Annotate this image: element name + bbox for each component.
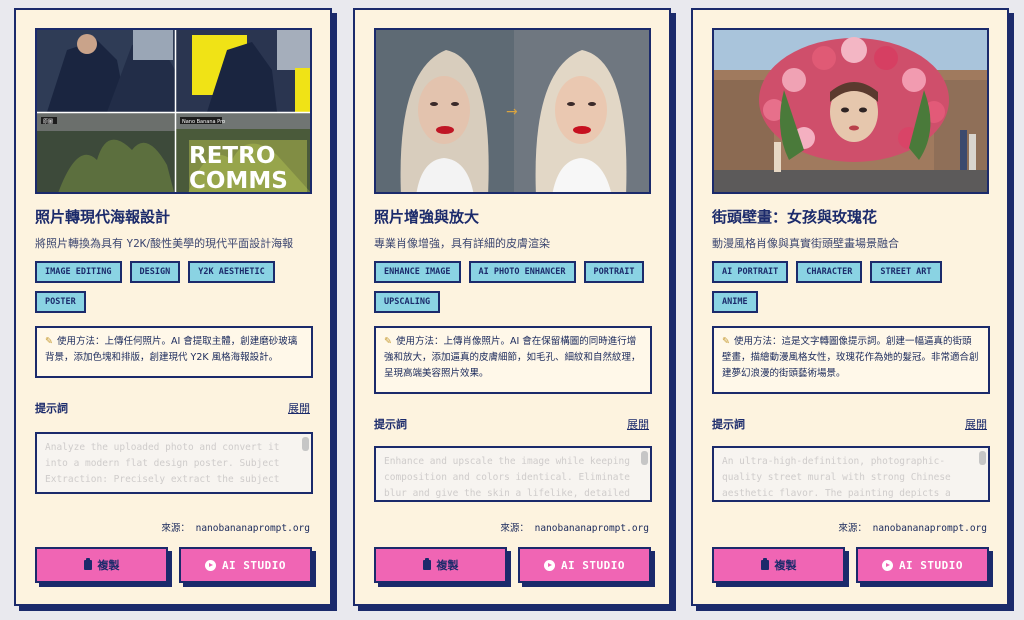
source-text: 來源： nanobananaprompt.org	[838, 523, 987, 534]
clipboard-icon	[422, 558, 431, 570]
result-badge-text: Nano Banana Pro	[182, 119, 225, 125]
ai-studio-button[interactable]: AI STUDIO	[518, 547, 651, 583]
usage-text: 使用方法：這是文字轉圖像提示詞。創建一幅逼真的街頭壁畫，描繪動漫風格女性，玫瑰花…	[722, 336, 979, 379]
expand-link[interactable]: 展開	[627, 416, 649, 432]
expand-link[interactable]: 展開	[288, 400, 310, 416]
scrollbar[interactable]	[302, 437, 309, 451]
usage-note: ✎ 使用方法：這是文字轉圖像提示詞。創建一幅逼真的街頭壁畫，描繪動漫風格女性，玫瑰…	[712, 326, 990, 394]
ai-studio-label: AI STUDIO	[221, 558, 287, 572]
tag-list: ENHANCE IMAGE AI PHOTO ENHANCER PORTRAIT…	[374, 261, 654, 313]
card-image-poster: 原圖 Nano Banana Pro RETRO COMMS	[35, 28, 312, 194]
copy-button[interactable]: 複製	[35, 547, 168, 583]
play-circle-icon	[881, 559, 893, 571]
prompt-label: 提示詞	[712, 418, 745, 431]
copy-label: 複製	[774, 559, 797, 572]
prompt-textarea[interactable]: Enhance and upscale the image while keep…	[374, 446, 652, 502]
tag[interactable]: IMAGE EDITING	[35, 261, 122, 283]
prompt-text: Enhance and upscale the image while keep…	[384, 456, 630, 499]
play-circle-icon	[204, 559, 216, 571]
prompt-label: 提示詞	[35, 402, 68, 415]
prompt-card-enhance: → 照片增強與放大 專業肖像增強，具有詳細的皮膚渲染 ENHANCE IMAGE…	[353, 8, 671, 606]
prompt-card-mural: 街頭壁畫：女孩與玫瑰花 動漫風格肖像與真實街頭壁畫場景融合 AI PORTRAI…	[691, 8, 1009, 606]
tag[interactable]: POSTER	[35, 291, 86, 313]
prompt-text: An ultra-high-definition, photographic-q…	[722, 456, 951, 499]
pencil-icon: ✎	[384, 336, 392, 347]
play-circle-icon	[543, 559, 555, 571]
card-title: 街頭壁畫：女孩與玫瑰花	[712, 208, 878, 226]
copy-button[interactable]: 複製	[712, 547, 845, 583]
pencil-icon: ✎	[45, 336, 53, 347]
copy-label: 複製	[97, 559, 120, 572]
clipboard-icon	[83, 558, 92, 570]
prompt-card-poster: 原圖 Nano Banana Pro RETRO COMMS 照片轉現代海報設計…	[14, 8, 332, 606]
subtitle-text: 專業肖像增強，具有詳細的皮膚渲染	[374, 237, 550, 250]
clipboard-icon	[760, 558, 769, 570]
card-image-enhance: →	[374, 28, 651, 194]
prompt-textarea[interactable]: Analyze the uploaded photo and convert i…	[35, 432, 313, 494]
copy-label: 複製	[436, 559, 459, 572]
source-text: 來源： nanobananaprompt.org	[161, 523, 310, 534]
expand-link[interactable]: 展開	[965, 416, 987, 432]
card-subtitle: 將照片轉換為具有 Y2K/酸性美學的現代平面設計海報	[35, 235, 293, 251]
tag[interactable]: CHARACTER	[796, 261, 863, 283]
subtitle-text: 動漫風格肖像與真實街頭壁畫場景融合	[712, 237, 899, 250]
pencil-icon: ✎	[722, 336, 730, 347]
tag[interactable]: AI PORTRAIT	[712, 261, 789, 283]
prompt-text: Analyze the uploaded photo and convert i…	[45, 442, 280, 485]
tag[interactable]: Y2K AESTHETIC	[188, 261, 275, 283]
prompt-label: 提示詞	[374, 418, 407, 431]
usage-note: ✎ 使用方法：上傳肖像照片。AI 會在保留構圖的同時進行增強和放大，添加逼真的皮膚…	[374, 326, 652, 394]
tag[interactable]: DESIGN	[129, 261, 181, 283]
card-subtitle: 專業肖像增強，具有詳細的皮膚渲染	[374, 235, 550, 251]
poster-text-comms: COMMS	[189, 168, 288, 194]
arrow-right-icon: →	[506, 104, 518, 120]
tag[interactable]: UPSCALING	[374, 291, 441, 313]
tag[interactable]: STREET ART	[870, 261, 942, 283]
original-badge-text: 原圖	[43, 119, 53, 125]
card-title: 照片轉現代海報設計	[35, 208, 171, 226]
scrollbar[interactable]	[641, 451, 648, 465]
card-title: 照片增強與放大	[374, 208, 480, 226]
ai-studio-button[interactable]: AI STUDIO	[856, 547, 989, 583]
tag[interactable]: PORTRAIT	[583, 261, 645, 283]
ai-studio-label: AI STUDIO	[898, 558, 964, 572]
tag-list: IMAGE EDITING DESIGN Y2K AESTHETIC POSTE…	[35, 261, 315, 313]
prompt-textarea[interactable]: An ultra-high-definition, photographic-q…	[712, 446, 990, 502]
usage-text: 使用方法：上傳任何照片。AI 會提取主體，創建磨砂玻璃背景，添加色塊和排版，創建…	[45, 336, 298, 363]
card-image-mural	[712, 28, 989, 194]
usage-note: ✎ 使用方法：上傳任何照片。AI 會提取主體，創建磨砂玻璃背景，添加色塊和排版，創…	[35, 326, 313, 378]
scrollbar[interactable]	[979, 451, 986, 465]
tag-list: AI PORTRAIT CHARACTER STREET ART ANIME	[712, 261, 992, 313]
card-subtitle: 動漫風格肖像與真實街頭壁畫場景融合	[712, 235, 899, 251]
tag[interactable]: AI PHOTO ENHANCER	[468, 261, 576, 283]
tag[interactable]: ANIME	[712, 291, 758, 313]
usage-text: 使用方法：上傳肖像照片。AI 會在保留構圖的同時進行增強和放大，添加逼真的皮膚細…	[384, 336, 641, 379]
source-text: 來源： nanobananaprompt.org	[500, 523, 649, 534]
ai-studio-label: AI STUDIO	[560, 558, 626, 572]
copy-button[interactable]: 複製	[374, 547, 507, 583]
ai-studio-button[interactable]: AI STUDIO	[179, 547, 312, 583]
subtitle-mono-text: Y2K	[126, 237, 147, 250]
subtitle-text: 將照片轉換為具有	[35, 237, 127, 250]
subtitle-text-end: /酸性美學的現代平面設計海報	[146, 237, 294, 250]
tag[interactable]: ENHANCE IMAGE	[374, 261, 461, 283]
poster-text-retro: RETRO	[189, 143, 275, 169]
